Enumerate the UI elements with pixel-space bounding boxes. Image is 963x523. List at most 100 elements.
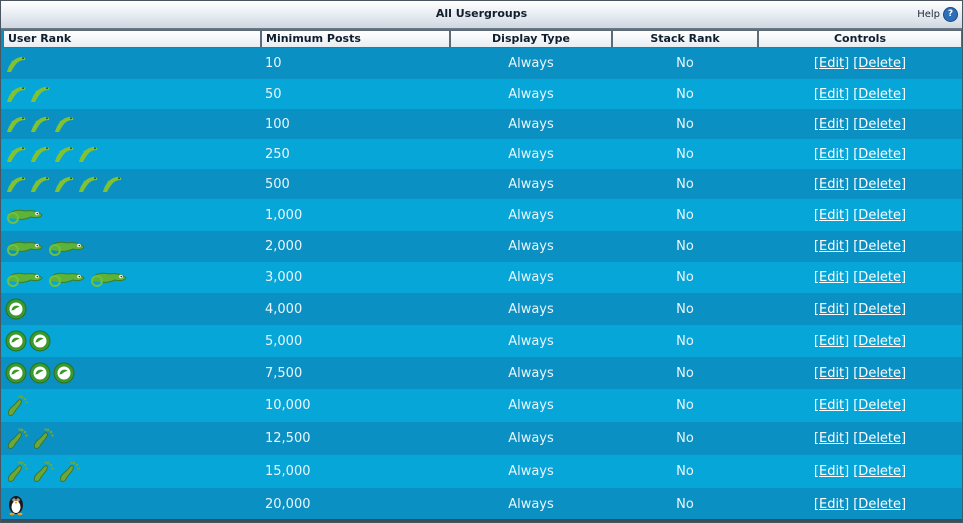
table-header: User Rank Minimum Posts Display Type Sta… xyxy=(1,30,962,48)
edit-link[interactable]: [Edit] xyxy=(814,366,849,381)
edit-link[interactable]: [Edit] xyxy=(814,239,849,254)
table-row: 20,000 Always No [Edit] [Delete] xyxy=(1,488,962,520)
chameleon-icon xyxy=(47,268,89,288)
display-type-cell: Always xyxy=(508,464,554,479)
delete-link[interactable]: [Delete] xyxy=(853,270,906,285)
edit-link[interactable]: [Edit] xyxy=(814,497,849,512)
controls-cell: [Edit] [Delete] xyxy=(758,199,962,231)
table-row: 10 Always No [Edit] [Delete] xyxy=(1,48,962,79)
edit-link[interactable]: [Edit] xyxy=(814,431,849,446)
lizard-icon xyxy=(53,144,77,164)
user-rank-cell xyxy=(1,48,265,79)
controls-cell: [Edit] [Delete] xyxy=(758,357,962,389)
minimum-posts-cell: 2,000 xyxy=(265,239,303,254)
column-header-display-type: Display Type xyxy=(450,30,612,48)
user-rank-cell xyxy=(1,231,265,262)
footprint-icon xyxy=(31,427,57,451)
edit-link[interactable]: [Edit] xyxy=(814,302,849,317)
user-rank-cell xyxy=(1,169,265,199)
table-row: 1,000 Always No [Edit] [Delete] xyxy=(1,199,962,231)
delete-link[interactable]: [Delete] xyxy=(853,334,906,349)
edit-link[interactable]: [Edit] xyxy=(814,87,849,102)
user-rank-cell xyxy=(1,422,265,455)
edit-link[interactable]: [Edit] xyxy=(814,208,849,223)
table-row: 5,000 Always No [Edit] [Delete] xyxy=(1,325,962,357)
edit-link[interactable]: [Edit] xyxy=(814,464,849,479)
controls-cell: [Edit] [Delete] xyxy=(758,325,962,357)
question-icon[interactable]: ? xyxy=(943,7,958,22)
edit-link[interactable]: [Edit] xyxy=(814,334,849,349)
edit-link[interactable]: [Edit] xyxy=(814,270,849,285)
lizard-icon xyxy=(5,114,29,134)
display-type-cell: Always xyxy=(508,333,554,349)
delete-link[interactable]: [Delete] xyxy=(853,147,906,162)
edit-link[interactable]: [Edit] xyxy=(814,56,849,71)
lizard-icon xyxy=(53,174,77,194)
stack-rank-cell: No xyxy=(676,270,694,285)
chameleon-icon xyxy=(5,268,47,288)
delete-link[interactable]: [Delete] xyxy=(853,302,906,317)
stack-rank-cell: No xyxy=(676,431,694,446)
badge-icon xyxy=(29,330,53,352)
controls-cell: [Edit] [Delete] xyxy=(758,455,962,488)
help-button[interactable]: Help ? xyxy=(917,7,958,22)
display-type-cell: Always xyxy=(508,239,554,254)
delete-link[interactable]: [Delete] xyxy=(853,56,906,71)
edit-link[interactable]: [Edit] xyxy=(814,398,849,413)
display-type-cell: Always xyxy=(508,365,554,381)
stack-rank-cell: No xyxy=(676,333,694,349)
user-rank-cell xyxy=(1,199,265,231)
chameleon-icon xyxy=(47,237,89,257)
lizard-icon xyxy=(29,114,53,134)
column-header-user-rank: User Rank xyxy=(3,30,261,48)
minimum-posts-cell: 5,000 xyxy=(265,333,303,349)
display-type-cell: Always xyxy=(508,398,554,413)
delete-link[interactable]: [Delete] xyxy=(853,431,906,446)
controls-cell: [Edit] [Delete] xyxy=(758,79,962,109)
lizard-icon xyxy=(5,144,29,164)
chameleon-icon xyxy=(89,268,131,288)
column-header-controls: Controls xyxy=(758,30,962,48)
stack-rank-cell: No xyxy=(676,464,694,479)
lizard-icon xyxy=(5,84,29,104)
display-type-cell: Always xyxy=(508,116,554,132)
minimum-posts-cell: 10,000 xyxy=(265,398,311,413)
stack-rank-cell: No xyxy=(676,398,694,413)
delete-link[interactable]: [Delete] xyxy=(853,87,906,102)
footprint-icon xyxy=(31,460,57,484)
display-type-cell: Always xyxy=(508,86,554,102)
user-rank-cell xyxy=(1,325,265,357)
delete-link[interactable]: [Delete] xyxy=(853,208,906,223)
stack-rank-cell: No xyxy=(676,86,694,102)
edit-link[interactable]: [Edit] xyxy=(814,117,849,132)
delete-link[interactable]: [Delete] xyxy=(853,398,906,413)
stack-rank-cell: No xyxy=(676,496,694,512)
controls-cell: [Edit] [Delete] xyxy=(758,169,962,199)
table-row: 10,000 Always No [Edit] [Delete] xyxy=(1,389,962,422)
table-row: 250 Always No [Edit] [Delete] xyxy=(1,139,962,169)
minimum-posts-cell: 4,000 xyxy=(265,301,303,317)
user-rank-cell xyxy=(1,139,265,169)
minimum-posts-cell: 100 xyxy=(265,116,290,132)
usergroups-panel: All Usergroups Help ? User Rank Minimum … xyxy=(0,0,963,523)
edit-link[interactable]: [Edit] xyxy=(814,177,849,192)
badge-icon xyxy=(5,330,29,352)
footprint-icon xyxy=(5,394,31,418)
minimum-posts-cell: 3,000 xyxy=(265,270,303,285)
user-rank-cell xyxy=(1,79,265,109)
stack-rank-cell: No xyxy=(676,239,694,254)
delete-link[interactable]: [Delete] xyxy=(853,239,906,254)
edit-link[interactable]: [Edit] xyxy=(814,147,849,162)
delete-link[interactable]: [Delete] xyxy=(853,366,906,381)
user-rank-cell xyxy=(1,357,265,389)
user-rank-cell xyxy=(1,455,265,488)
stack-rank-cell: No xyxy=(676,56,694,71)
delete-link[interactable]: [Delete] xyxy=(853,117,906,132)
controls-cell: [Edit] [Delete] xyxy=(758,422,962,455)
table-row: 7,500 Always No [Edit] [Delete] xyxy=(1,357,962,389)
delete-link[interactable]: [Delete] xyxy=(853,177,906,192)
help-label: Help xyxy=(917,9,940,20)
user-rank-cell xyxy=(1,109,265,139)
delete-link[interactable]: [Delete] xyxy=(853,464,906,479)
delete-link[interactable]: [Delete] xyxy=(853,497,906,512)
